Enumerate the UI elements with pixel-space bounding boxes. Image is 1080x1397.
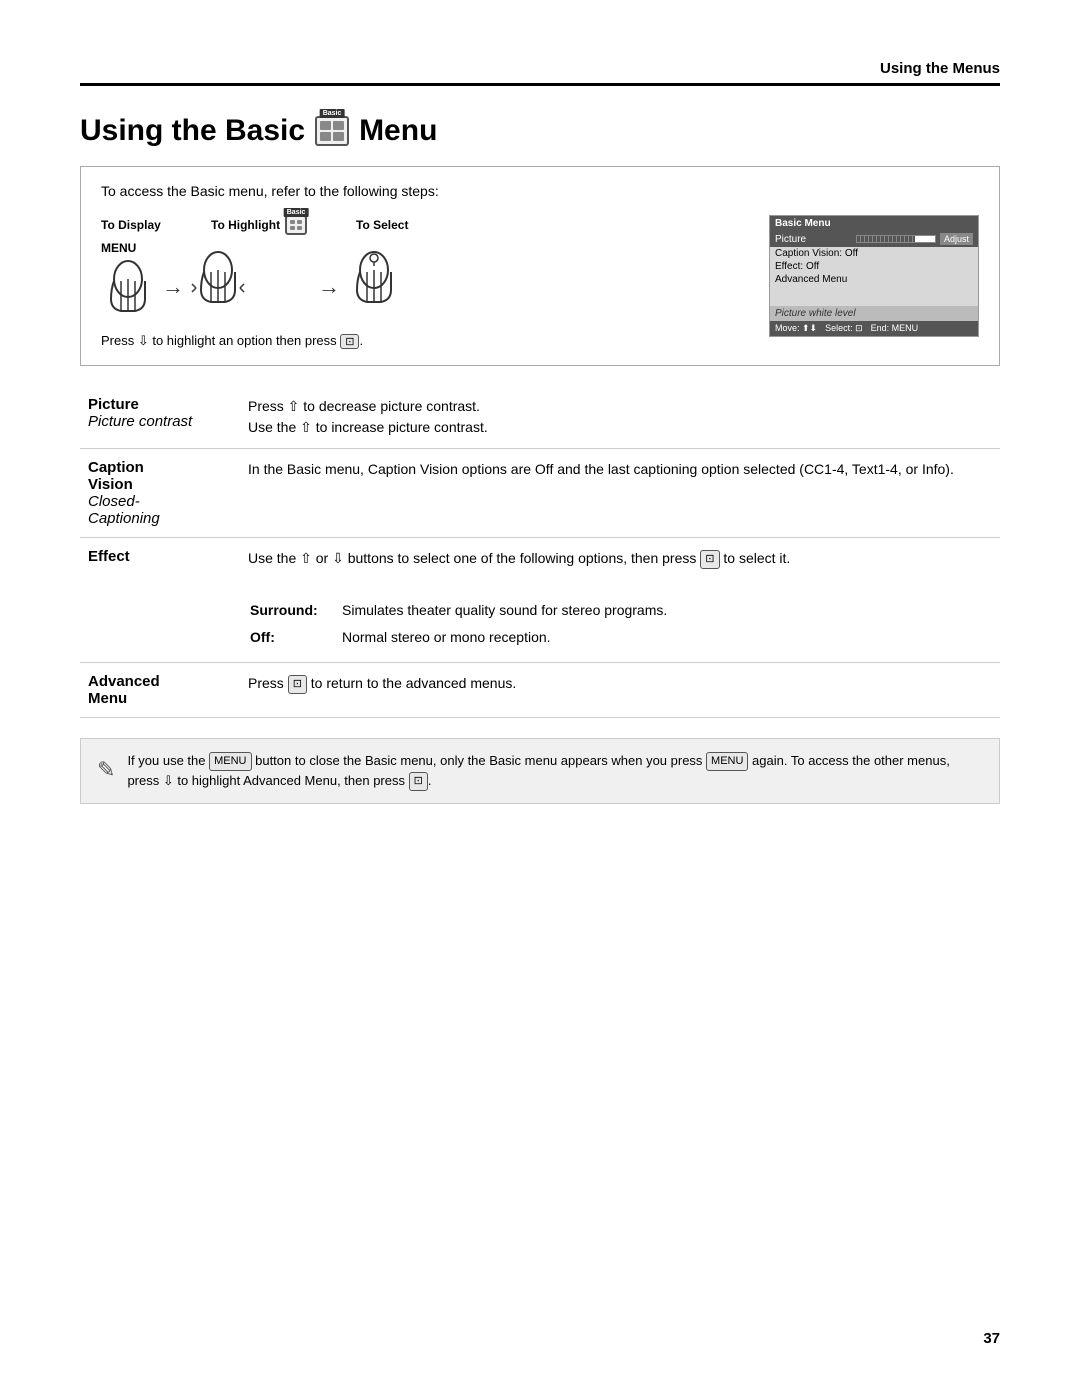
effect-label: Effect [88, 548, 130, 565]
advanced-content: Press ⊡ to return to the advanced menus. [240, 663, 1000, 718]
enter-btn-note: ⊡ [409, 772, 428, 791]
menu-label: MENU [101, 241, 136, 255]
menu-row-picture: Picture Adjust [770, 231, 978, 247]
menu-item-effect: Effect: Off [770, 260, 978, 273]
step-display-label: To Display [101, 218, 211, 232]
picture-label: Picture [88, 396, 139, 413]
step-highlight-label: To Highlight Basic [211, 215, 356, 235]
effect-content: Use the ⇧ or ⇩ buttons to select one of … [240, 538, 1000, 663]
step-note: Press ⇩ to highlight an option then pres… [101, 333, 769, 349]
enter-btn-sym: ⊡ [340, 334, 359, 349]
note-content: If you use the MENU button to close the … [127, 751, 983, 791]
table-row-advanced: AdvancedMenu Press ⊡ to return to the ad… [80, 663, 1000, 718]
page-number: 37 [983, 1330, 1000, 1347]
header-title: Using the Menus [880, 60, 1000, 77]
step-display-icon-area: MENU [101, 241, 155, 317]
menu-status-label: Picture white level [770, 306, 978, 321]
picture-sub-label: Picture contrast [88, 413, 192, 430]
enter-btn-advanced: ⊡ [288, 675, 307, 694]
basic-icon: Basic [315, 116, 349, 146]
menu-screenshot: Basic Menu Picture Adjust Caption Vision… [769, 215, 979, 337]
caption-sub-label: Closed-Captioning [88, 493, 160, 527]
steps-area: To Display To Highlight Basic [101, 215, 979, 349]
hand-swipe-icon [191, 250, 245, 308]
menu-item-caption: Caption Vision: Off [770, 247, 978, 260]
arrow-right-2: → [311, 275, 347, 299]
note-icon: ✎ [97, 753, 115, 786]
menu-item-advanced: Advanced Menu [770, 273, 978, 286]
table-row-caption: CaptionVision Closed-Captioning In the B… [80, 449, 1000, 538]
advanced-label: AdvancedMenu [88, 673, 160, 707]
off-text: Normal stereo or mono reception. [342, 625, 990, 650]
intro-text: To access the Basic menu, refer to the f… [101, 183, 979, 199]
menu-btn-note-1: MENU [209, 752, 251, 771]
arrow-right-1: → [155, 275, 191, 299]
menu-btn-note-2: MENU [706, 752, 748, 771]
page-title-prefix: Using the Basic [80, 114, 305, 148]
caption-content: In the Basic menu, Caption Vision option… [240, 449, 1000, 538]
menu-bottom-bar: Move: ⬆⬇ Select: ⊡ End: MENU [770, 321, 978, 336]
hand-click-icon [347, 250, 401, 308]
steps-icons: MENU → [101, 241, 769, 317]
page-title-suffix: Menu [359, 114, 437, 148]
highlight-basic-icon: Basic [285, 215, 307, 235]
off-row: Off: Normal stereo or mono reception. [250, 625, 990, 650]
caption-label: CaptionVision [88, 459, 144, 493]
main-table: Picture Picture contrast Press ⇧ to decr… [80, 386, 1000, 718]
step-highlight-icon-area [191, 250, 311, 308]
menu-adjust-btn: Adjust [940, 233, 973, 245]
surround-text: Simulates theater quality sound for ster… [342, 598, 990, 623]
step-select-label: To Select [356, 218, 456, 232]
effect-sub-table: Surround: Simulates theater quality soun… [248, 596, 992, 652]
steps-left: To Display To Highlight Basic [101, 215, 769, 349]
surround-label: Surround: [250, 602, 318, 618]
steps-labels: To Display To Highlight Basic [101, 215, 769, 235]
note-box: ✎ If you use the MENU button to close th… [80, 738, 1000, 804]
table-row-picture: Picture Picture contrast Press ⇧ to decr… [80, 386, 1000, 449]
step-select-icon-area [347, 250, 401, 308]
menu-progress-bar [856, 235, 936, 243]
enter-btn-effect: ⊡ [700, 550, 719, 569]
content-box: To access the Basic menu, refer to the f… [80, 166, 1000, 366]
header-bar: Using the Menus [80, 60, 1000, 86]
picture-content: Press ⇧ to decrease picture contrast. Us… [240, 386, 1000, 449]
off-label: Off: [250, 629, 275, 645]
page-title: Using the Basic Basic Menu [80, 114, 1000, 148]
menu-title-bar: Basic Menu [770, 216, 978, 231]
surround-row: Surround: Simulates theater quality soun… [250, 598, 990, 623]
table-row-effect: Effect Use the ⇧ or ⇩ buttons to select … [80, 538, 1000, 663]
hand-press-icon [101, 259, 155, 317]
